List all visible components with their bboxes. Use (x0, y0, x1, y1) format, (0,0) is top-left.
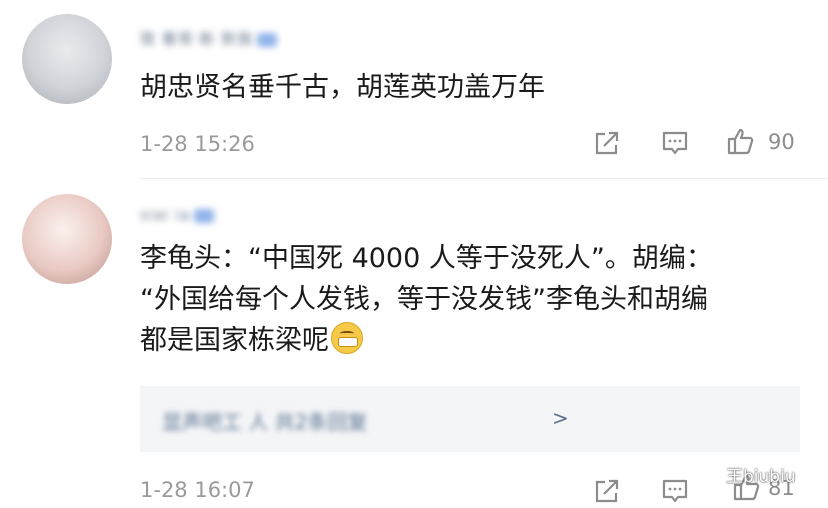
comment-icon[interactable] (660, 476, 690, 506)
timestamp: 1-28 16:07 (140, 478, 255, 502)
replies-arrow: > (552, 406, 569, 430)
username[interactable]: 限 著哥·新 默我 (140, 28, 278, 50)
replies-preview: 显声吧工 人 共2条回复 (162, 410, 368, 434)
like-icon[interactable] (726, 126, 756, 156)
comment-item: siai ia 李龟头：“中国死 4000 人等于没死人”。胡编： “外国给每个… (0, 178, 828, 508)
timestamp: 1-28 15:26 (140, 132, 255, 156)
wechat-icon (700, 465, 720, 482)
share-icon[interactable] (592, 128, 622, 158)
avatar[interactable] (22, 14, 112, 104)
vip-badge (194, 208, 215, 223)
vip-badge (257, 32, 278, 47)
username[interactable]: siai ia (140, 206, 215, 228)
watermark-text: 王biubiu (726, 466, 796, 487)
comment-text: 李龟头：“中国死 4000 人等于没死人”。胡编： “外国给每个人发钱，等于没发… (140, 243, 713, 356)
comment-icon[interactable] (660, 128, 690, 158)
watermark: 王biubiu (700, 462, 796, 487)
comment-item: 限 著哥·新 默我 胡忠贤名垂千古，胡莲英功盖万年 1-28 15:26 90 (0, 0, 828, 178)
grin-emoji (331, 322, 363, 354)
avatar[interactable] (22, 194, 112, 284)
like-count: 90 (768, 130, 795, 154)
comment-text: 胡忠贤名垂千古，胡莲英功盖万年 (140, 72, 545, 103)
replies-box[interactable]: 显声吧工 人 共2条回复 > (140, 386, 800, 452)
share-icon[interactable] (592, 476, 622, 506)
